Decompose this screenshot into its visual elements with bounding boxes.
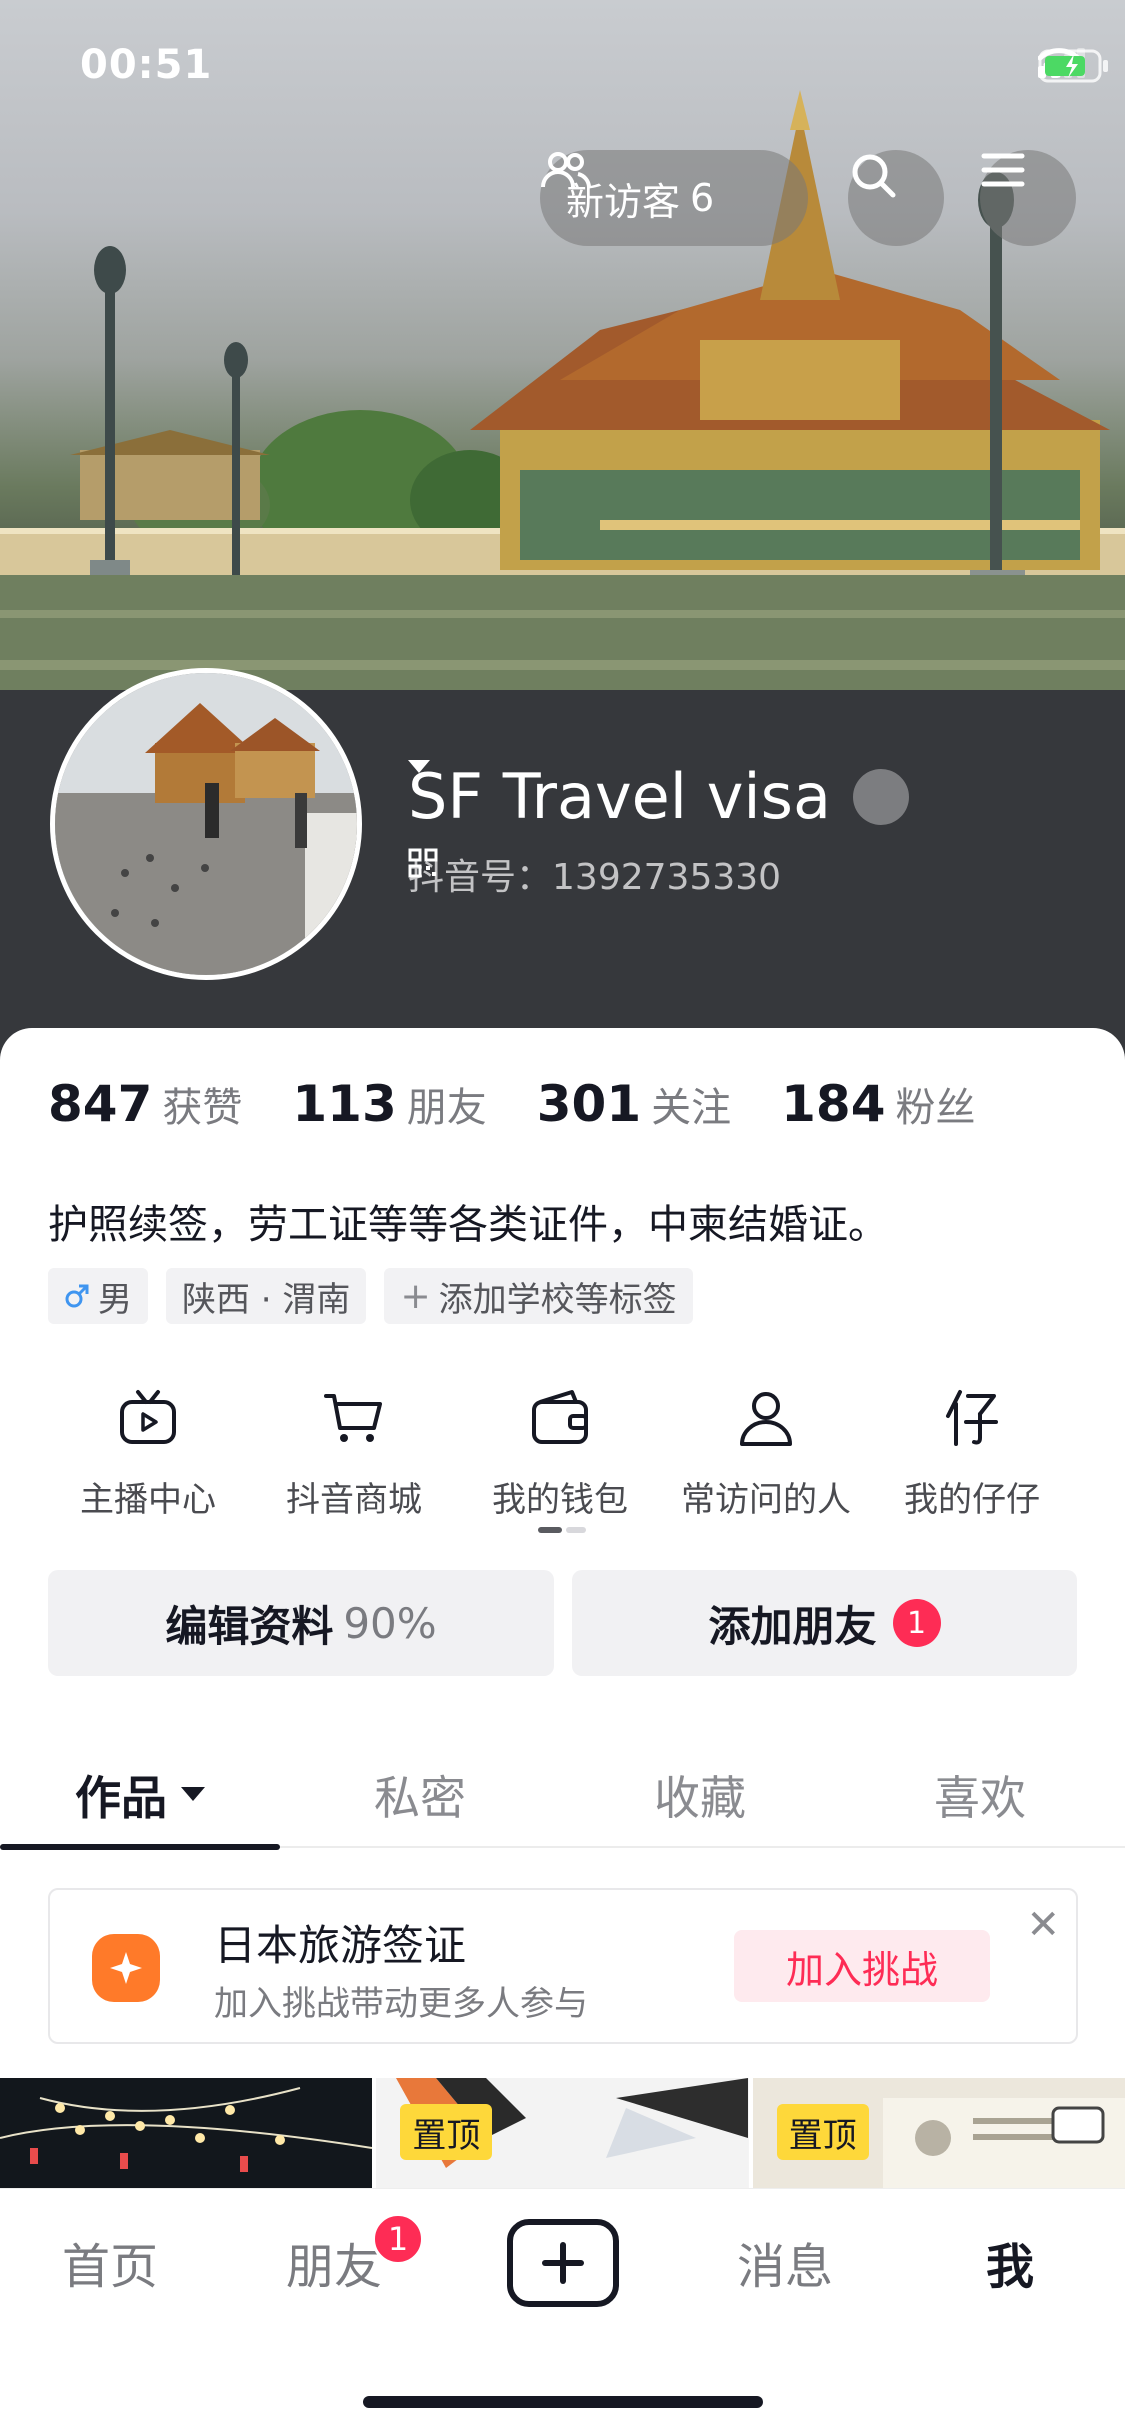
challenge-icon [92, 1934, 160, 2002]
tab-likes[interactable]: 喜欢 [840, 1744, 1120, 1846]
stat-number: 847 [48, 1075, 153, 1133]
location-tag[interactable]: 陕西 · 渭南 [166, 1268, 367, 1324]
stat-number: 184 [781, 1075, 886, 1133]
person-icon [740, 1392, 792, 1446]
plus-icon: + [400, 1275, 431, 1317]
avatar[interactable] [50, 668, 362, 980]
sparkle-icon [110, 1952, 142, 1984]
video-thumbnail-pinned[interactable]: 置顶 [376, 2078, 749, 2188]
stat-number: 113 [292, 1075, 397, 1133]
chevron-down-icon [408, 760, 430, 773]
nav-friends-badge: 1 [372, 2213, 424, 2265]
profile-cover[interactable]: 00:51 新访客 6 SF Travel visa 抖音号：139273533… [0, 0, 1125, 1060]
qrcode-icon[interactable] [408, 848, 438, 878]
avatar-photo [55, 673, 357, 975]
edit-profile-label: 编辑资料 [165, 1601, 334, 1651]
nav-friends[interactable]: 朋友 [286, 2227, 382, 2297]
challenge-title: 日本旅游签证 [214, 1921, 467, 1970]
tab-works[interactable]: 作品 [0, 1744, 280, 1850]
pinned-badge: 置顶 [776, 2104, 869, 2160]
nav-home[interactable]: 首页 [62, 2227, 158, 2297]
add-tag-button[interactable]: + 添加学校等标签 [384, 1268, 693, 1324]
profile-bio[interactable]: 护照续签，劳工证等等各类证件，中柬结婚证。 [48, 1192, 888, 1250]
home-indicator[interactable] [363, 2396, 763, 2408]
thumbnail-image [0, 2078, 373, 2188]
stat-following[interactable]: 301 关注 [537, 1075, 731, 1133]
battery-icon [1038, 49, 1108, 83]
quick-action-label: 常访问的人 [681, 1480, 851, 1520]
add-friend-label: 添加朋友 [708, 1601, 877, 1651]
edit-profile-percent: 90% [343, 1598, 437, 1648]
quick-action-label: 抖音商城 [286, 1480, 422, 1520]
stat-label: 朋友 [406, 1085, 487, 1131]
content-tabs: 作品 私密 收藏 喜欢 [0, 1744, 1125, 1850]
quick-actions: 主播中心 抖音商城 我的钱包 常访问的人 我的仔仔 [0, 1378, 1125, 1521]
tab-label: 作品 [75, 1771, 167, 1825]
challenge-banner[interactable]: 日本旅游签证 加入挑战带动更多人参与 加入挑战 ✕ [48, 1888, 1078, 2044]
stat-friends[interactable]: 113 朋友 [292, 1075, 486, 1133]
gender-text: 男 [98, 1279, 132, 1320]
profile-stats: 847 获赞 113 朋友 301 关注 184 粉丝 [48, 1075, 1026, 1133]
tab-favorites[interactable]: 收藏 [560, 1744, 840, 1846]
plus-icon [542, 2242, 584, 2284]
profile-tags: 男 陕西 · 渭南 + 添加学校等标签 [48, 1268, 693, 1324]
male-icon [65, 1284, 89, 1308]
stat-number: 301 [536, 1075, 642, 1133]
add-friend-button[interactable]: 添加朋友 1 [572, 1570, 1077, 1676]
search-button[interactable] [848, 150, 944, 246]
edit-profile-button[interactable]: 编辑资料 90% [48, 1570, 554, 1676]
profile-name-text: SF Travel visa [408, 760, 831, 833]
profile-name[interactable]: SF Travel visa [408, 760, 909, 833]
tv-icon [120, 1390, 176, 1444]
pinned-badge: 置顶 [400, 2104, 493, 2160]
account-switch-caret[interactable] [408, 760, 909, 825]
stat-label: 粉丝 [895, 1085, 976, 1131]
quick-action-zaizai[interactable]: 我的仔仔 [869, 1378, 1075, 1521]
menu-icon [981, 153, 1025, 187]
quick-action-label: 我的钱包 [492, 1480, 628, 1520]
create-button[interactable] [507, 2219, 619, 2307]
video-thumbnail[interactable] [0, 2078, 373, 2188]
nav-me[interactable]: 我 [986, 2227, 1034, 2297]
quick-action-frequent-visitors[interactable]: 常访问的人 [663, 1378, 869, 1521]
cart-icon [324, 1394, 382, 1442]
tab-private[interactable]: 私密 [280, 1744, 560, 1846]
quick-action-mall[interactable]: 抖音商城 [251, 1378, 457, 1521]
quick-action-wallet[interactable]: 我的钱包 [457, 1378, 663, 1521]
wallet-icon [532, 1390, 588, 1444]
status-time: 00:51 [80, 42, 213, 88]
douyin-id[interactable]: 抖音号：1392735330 [408, 848, 781, 900]
pager-dot [566, 1527, 586, 1533]
join-challenge-button[interactable]: 加入挑战 [734, 1930, 990, 2002]
add-tag-text: 添加学校等标签 [438, 1279, 677, 1320]
search-icon [852, 154, 896, 198]
challenge-subtitle: 加入挑战带动更多人参与 [214, 1984, 588, 2024]
status-icons [1038, 48, 1108, 83]
zaizai-icon [946, 1390, 998, 1446]
visitor-count: 6 [690, 176, 715, 220]
visitors-icon [541, 152, 591, 188]
stat-label: 获赞 [162, 1085, 243, 1131]
menu-button[interactable] [980, 150, 1076, 246]
video-grid: 置顶 置顶 [0, 2078, 1125, 2188]
nav-messages[interactable]: 消息 [737, 2227, 833, 2297]
close-icon[interactable]: ✕ [1026, 1902, 1060, 1948]
stat-label: 关注 [651, 1085, 732, 1131]
tab-label: 收藏 [654, 1771, 746, 1825]
quick-action-label: 主播中心 [80, 1480, 216, 1520]
gender-tag[interactable]: 男 [48, 1268, 148, 1324]
tab-label: 私密 [374, 1771, 466, 1825]
caret-down-icon[interactable] [181, 1787, 205, 1803]
new-visitors-button[interactable]: 新访客 6 [540, 150, 808, 246]
video-thumbnail-pinned[interactable]: 置顶 [752, 2078, 1125, 2188]
douyin-id-value: 1392735330 [552, 857, 782, 898]
stat-followers[interactable]: 184 粉丝 [781, 1075, 975, 1133]
quick-actions-pager [538, 1527, 586, 1533]
stat-likes[interactable]: 847 获赞 [48, 1075, 242, 1133]
add-friend-badge: 1 [892, 1599, 941, 1647]
pager-dot-active [538, 1527, 562, 1533]
quick-action-label: 我的仔仔 [904, 1480, 1040, 1520]
tab-label: 喜欢 [934, 1771, 1026, 1825]
quick-action-live-center[interactable]: 主播中心 [45, 1378, 251, 1521]
